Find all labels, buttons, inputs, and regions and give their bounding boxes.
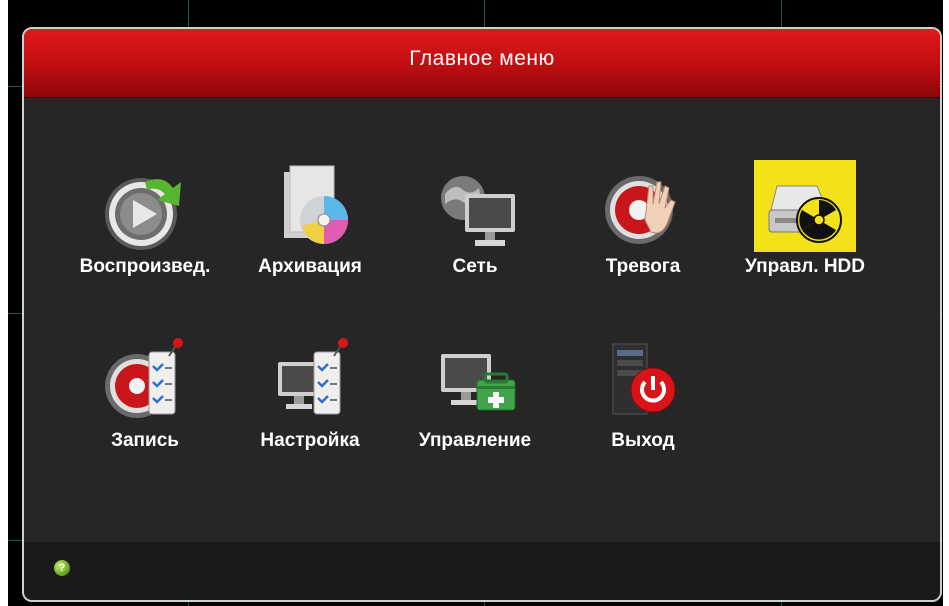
- main-menu-dialog: Главное меню Воспроизвед. Архивация Сеть…: [22, 27, 942, 602]
- screen-border-left: [0, 0, 8, 606]
- playback-icon: [105, 178, 181, 250]
- status-bar: ?: [24, 542, 940, 600]
- help-icon[interactable]: ?: [54, 560, 70, 576]
- menu-item-network[interactable]: Сеть: [400, 160, 550, 300]
- exit-power-icon: [612, 343, 676, 415]
- network-icon: [441, 176, 515, 246]
- management-toolbox-icon: [441, 354, 516, 411]
- menu-item-playback[interactable]: Воспроизвед.: [70, 160, 220, 300]
- menu-item-alarm[interactable]: Тревога: [568, 160, 718, 300]
- menu-item-hdd[interactable]: Управл. HDD: [730, 160, 880, 300]
- menu-item-label: Управление: [418, 430, 532, 451]
- menu-item-label: Архивация: [258, 256, 362, 277]
- alarm-hand-icon: [605, 176, 676, 244]
- menu-item-record[interactable]: Запись: [70, 334, 220, 474]
- menu-item-label: Воспроизвед.: [79, 256, 211, 277]
- settings-checklist-icon: [278, 338, 348, 415]
- menu-item-label: Сеть: [452, 256, 498, 277]
- hdd-radiation-icon: [768, 185, 842, 243]
- menu-item-exit[interactable]: Выход: [568, 334, 718, 474]
- dialog-title: Главное меню: [409, 47, 555, 70]
- backup-disc-icon: [284, 165, 348, 244]
- menu-item-label: Запись: [111, 430, 179, 451]
- title-bar: Главное меню: [24, 29, 940, 98]
- screen-border-right: [943, 0, 949, 606]
- menu-item-management[interactable]: Управление: [400, 334, 550, 474]
- menu-item-backup[interactable]: Архивация: [235, 160, 385, 300]
- menu-item-label: Управл. HDD: [745, 256, 865, 277]
- menu-grid: Воспроизвед. Архивация Сеть Тревога Упра…: [24, 98, 940, 546]
- menu-item-label: Настройка: [260, 430, 360, 451]
- menu-item-label: Выход: [611, 430, 675, 451]
- record-checklist-icon: [105, 338, 183, 418]
- menu-item-settings[interactable]: Настройка: [235, 334, 385, 474]
